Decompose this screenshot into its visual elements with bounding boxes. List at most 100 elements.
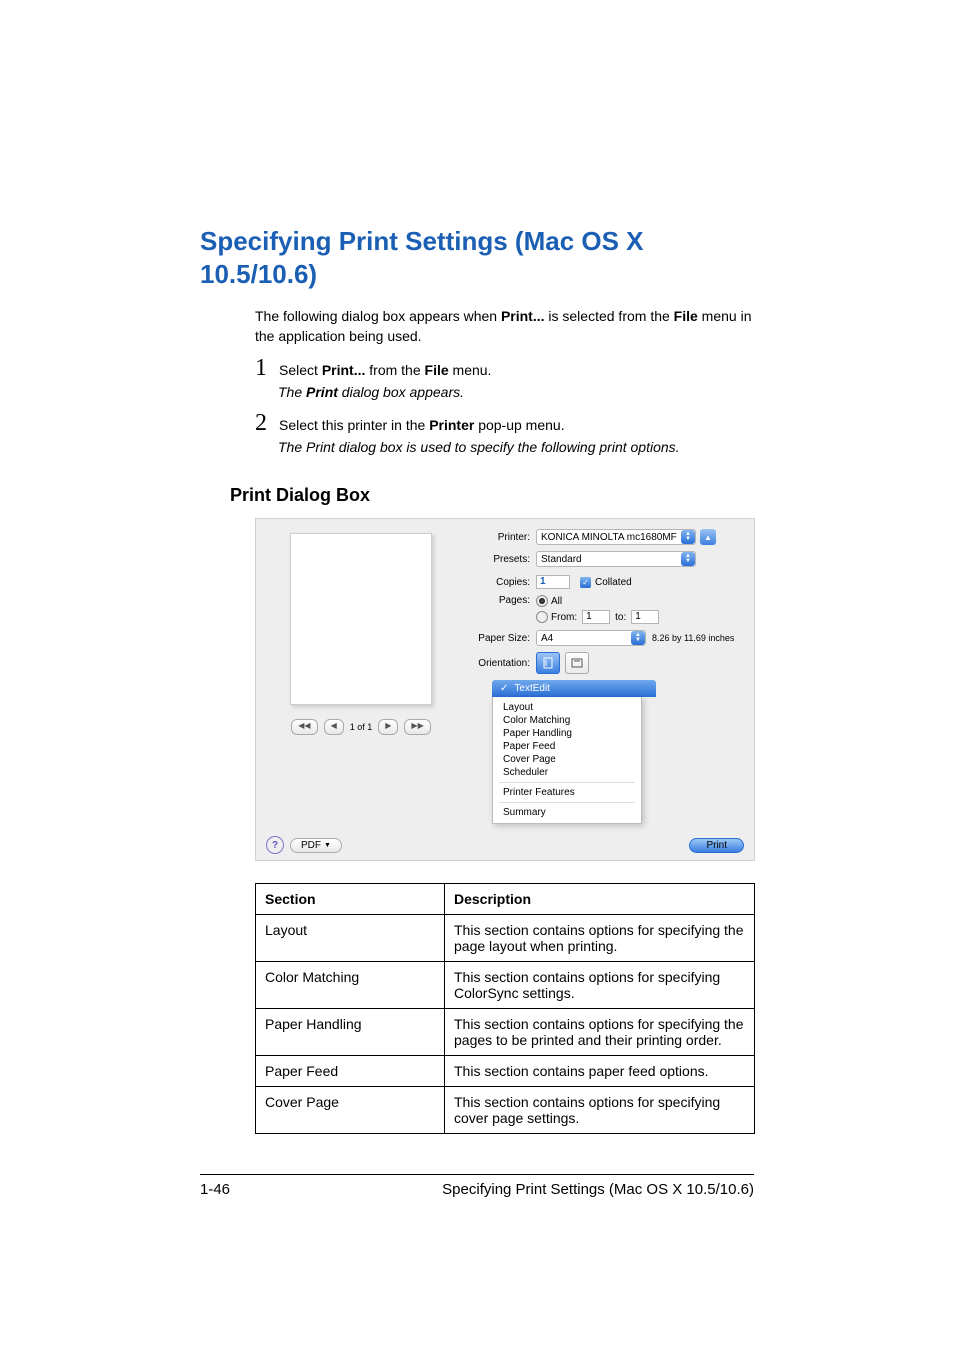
printer-label: Printer:: [462, 532, 536, 543]
landscape-icon: [571, 658, 583, 668]
menu-item[interactable]: Cover Page: [493, 753, 641, 766]
copies-input[interactable]: 1: [536, 575, 570, 589]
page-heading: Specifying Print Settings (Mac OS X 10.5…: [200, 225, 754, 290]
collapse-button[interactable]: ▲: [700, 529, 716, 545]
intro-paragraph: The following dialog box appears when Pr…: [255, 306, 754, 347]
pager-first-button[interactable]: ◀◀: [291, 719, 317, 735]
pdf-button[interactable]: PDF ▼: [290, 838, 342, 853]
pages-to-input[interactable]: 1: [631, 610, 659, 624]
menu-item[interactable]: Printer Features: [493, 786, 641, 799]
cell-description: This section contains paper feed options…: [445, 1056, 755, 1087]
table-row: Paper Feed This section contains paper f…: [256, 1056, 755, 1087]
printer-select[interactable]: KONICA MINOLTA mc1680MF ▲▼: [536, 529, 696, 545]
check-icon: ✓: [500, 683, 508, 694]
text: is selected from the: [545, 308, 674, 324]
presets-value: Standard: [541, 554, 582, 565]
text: dialog box appears.: [338, 384, 464, 400]
step-1: 1 Select Print... from the File menu.: [255, 355, 754, 382]
menu-item[interactable]: Layout: [493, 701, 641, 714]
cell-description: This section contains options for specif…: [445, 1087, 755, 1134]
pager-last-button[interactable]: ▶▶: [404, 719, 430, 735]
step-number: 2: [255, 410, 279, 437]
text: pop-up menu.: [474, 417, 564, 433]
help-button[interactable]: ?: [266, 836, 284, 854]
text-bold: Printer: [429, 417, 474, 433]
papersize-label: Paper Size:: [462, 633, 536, 644]
pager-prev-button[interactable]: ◀: [324, 719, 344, 735]
collated-checkbox[interactable]: ✓: [580, 577, 591, 588]
settings-pane: Printer: KONICA MINOLTA mc1680MF ▲▼ ▲ Pr…: [456, 529, 744, 824]
footer-title: Specifying Print Settings (Mac OS X 10.5…: [442, 1181, 754, 1198]
table-row: Color Matching This section contains opt…: [256, 962, 755, 1009]
col-section-header: Section: [256, 884, 445, 915]
cell-description: This section contains options for specif…: [445, 962, 755, 1009]
print-dialog-figure: ◀◀ ◀ 1 of 1 ▶ ▶▶ Printer: KONICA MINOLTA…: [255, 518, 755, 861]
collated-label: Collated: [595, 577, 632, 588]
menu-item[interactable]: Summary: [493, 806, 641, 819]
orientation-label: Orientation:: [462, 658, 536, 669]
pager-next-button[interactable]: ▶: [378, 719, 398, 735]
pages-all-label: All: [551, 596, 562, 607]
options-selected-label: TextEdit: [514, 683, 550, 694]
updown-icon: ▲▼: [681, 552, 695, 566]
options-menu-selected[interactable]: ✓ TextEdit: [492, 680, 656, 697]
preview-sheet: [290, 533, 432, 705]
step-number: 1: [255, 355, 279, 382]
text-bold: File: [425, 362, 449, 378]
step-2: 2 Select this printer in the Printer pop…: [255, 410, 754, 437]
table-row: Paper Handling This section contains opt…: [256, 1009, 755, 1056]
footer-rule: [200, 1174, 754, 1175]
step-1-note: The Print dialog box appears.: [278, 382, 754, 402]
cell-section: Layout: [256, 915, 445, 962]
orientation-landscape-button[interactable]: [565, 652, 589, 674]
text-bold: Print...: [322, 362, 366, 378]
menu-item[interactable]: Paper Feed: [493, 740, 641, 753]
options-menu-list: Layout Color Matching Paper Handling Pap…: [492, 697, 642, 824]
pager-text: 1 of 1: [350, 722, 373, 732]
print-button[interactable]: Print: [689, 838, 744, 853]
pages-from-label: From:: [551, 612, 577, 623]
text: Select this printer in the: [279, 417, 429, 433]
pages-to-label: to:: [615, 612, 626, 623]
pages-from-input[interactable]: 1: [582, 610, 610, 624]
cell-section: Paper Handling: [256, 1009, 445, 1056]
cell-description: This section contains options for specif…: [445, 915, 755, 962]
col-description-header: Description: [445, 884, 755, 915]
sections-table: Section Description Layout This section …: [255, 883, 755, 1134]
pages-all-radio[interactable]: [536, 595, 548, 607]
updown-icon: ▲▼: [681, 530, 695, 544]
cell-section: Paper Feed: [256, 1056, 445, 1087]
menu-item[interactable]: Color Matching: [493, 714, 641, 727]
table-header-row: Section Description: [256, 884, 755, 915]
portrait-icon: [543, 657, 553, 669]
text: The following dialog box appears when: [255, 308, 501, 324]
step-2-note: The Print dialog box is used to specify …: [278, 437, 754, 457]
updown-icon: ▲▼: [631, 631, 645, 645]
presets-label: Presets:: [462, 554, 536, 565]
text: menu.: [449, 362, 492, 378]
orientation-portrait-button[interactable]: [536, 652, 560, 674]
cell-description: This section contains options for specif…: [445, 1009, 755, 1056]
preview-pager: ◀◀ ◀ 1 of 1 ▶ ▶▶: [291, 719, 430, 735]
text-bold: File: [674, 308, 698, 324]
footer-page-number: 1-46: [200, 1181, 230, 1198]
cell-section: Color Matching: [256, 962, 445, 1009]
preview-pane: ◀◀ ◀ 1 of 1 ▶ ▶▶: [266, 529, 456, 824]
papersize-dims: 8.26 by 11.69 inches: [652, 633, 734, 643]
printer-value: KONICA MINOLTA mc1680MF: [541, 532, 677, 543]
papersize-select[interactable]: A4 ▲▼: [536, 630, 646, 646]
copies-label: Copies:: [462, 577, 536, 588]
pages-label: Pages:: [462, 595, 536, 606]
text-bold: Print: [306, 384, 338, 400]
menu-item[interactable]: Paper Handling: [493, 727, 641, 740]
text: Select: [279, 362, 322, 378]
page-footer: 1-46 Specifying Print Settings (Mac OS X…: [200, 1181, 754, 1198]
pdf-label: PDF: [301, 840, 321, 851]
pages-from-radio[interactable]: [536, 611, 548, 623]
table-row: Layout This section contains options for…: [256, 915, 755, 962]
cell-section: Cover Page: [256, 1087, 445, 1134]
presets-select[interactable]: Standard ▲▼: [536, 551, 696, 567]
menu-item[interactable]: Scheduler: [493, 766, 641, 779]
papersize-value: A4: [541, 633, 553, 644]
subheading: Print Dialog Box: [230, 485, 754, 506]
